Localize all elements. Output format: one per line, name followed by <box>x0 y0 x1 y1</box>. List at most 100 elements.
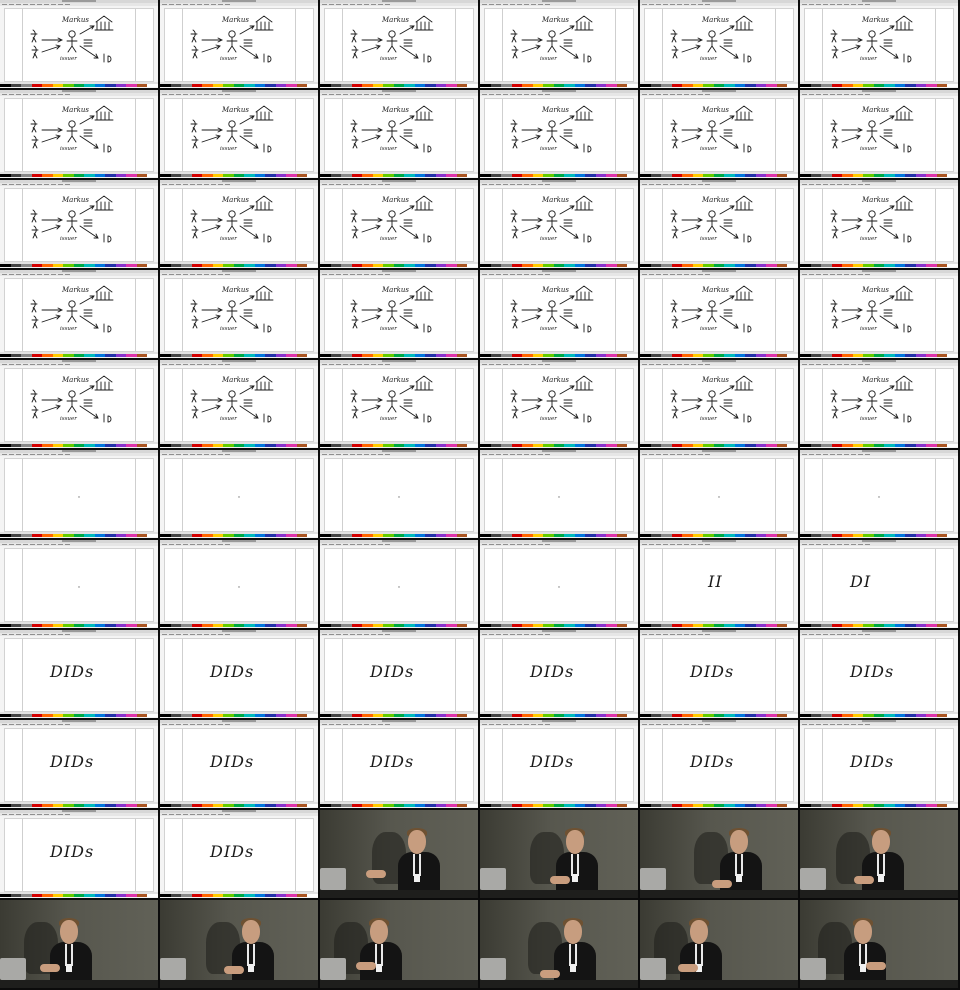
palette-swatch[interactable] <box>894 714 906 717</box>
palette-swatch[interactable] <box>170 624 182 627</box>
palette-swatch[interactable] <box>223 714 234 717</box>
palette-swatch[interactable] <box>724 174 735 177</box>
palette-swatch[interactable] <box>181 714 192 717</box>
palette-swatch[interactable] <box>42 354 53 357</box>
palette-swatch[interactable] <box>393 624 405 627</box>
palette-swatch[interactable] <box>713 84 725 87</box>
palette-swatch[interactable] <box>244 264 255 267</box>
palette-swatch[interactable] <box>42 174 53 177</box>
palette-swatch[interactable] <box>467 354 478 357</box>
palette-swatch[interactable] <box>136 354 148 357</box>
palette-swatch[interactable] <box>404 264 415 267</box>
palette-swatch[interactable] <box>831 624 843 627</box>
palette-swatch[interactable] <box>766 84 777 87</box>
palette-swatch[interactable] <box>511 444 523 447</box>
palette-swatch[interactable] <box>627 264 638 267</box>
palette-swatch[interactable] <box>543 624 554 627</box>
palette-swatch[interactable] <box>650 174 662 177</box>
palette-swatch[interactable] <box>362 804 373 807</box>
palette-swatch[interactable] <box>446 264 457 267</box>
palette-swatch[interactable] <box>362 534 373 537</box>
palette-swatch[interactable] <box>787 174 798 177</box>
palette-swatch[interactable] <box>233 264 245 267</box>
palette-swatch[interactable] <box>212 894 224 897</box>
palette-swatch[interactable] <box>800 174 811 177</box>
palette-swatch[interactable] <box>170 804 182 807</box>
palette-swatch[interactable] <box>404 84 415 87</box>
palette-swatch[interactable] <box>136 84 148 87</box>
palette-swatch[interactable] <box>84 264 95 267</box>
palette-swatch[interactable] <box>915 534 927 537</box>
palette-swatch[interactable] <box>905 444 916 447</box>
palette-swatch[interactable] <box>905 354 916 357</box>
palette-swatch[interactable] <box>223 444 234 447</box>
color-palette[interactable] <box>800 174 958 177</box>
palette-swatch[interactable] <box>0 174 11 177</box>
palette-swatch[interactable] <box>191 804 203 807</box>
palette-swatch[interactable] <box>480 264 491 267</box>
palette-swatch[interactable] <box>490 174 502 177</box>
palette-swatch[interactable] <box>63 264 74 267</box>
palette-swatch[interactable] <box>873 534 885 537</box>
palette-swatch[interactable] <box>84 714 95 717</box>
color-palette[interactable] <box>640 264 798 267</box>
palette-swatch[interactable] <box>915 264 927 267</box>
palette-swatch[interactable] <box>84 624 95 627</box>
palette-swatch[interactable] <box>640 354 651 357</box>
palette-swatch[interactable] <box>115 174 127 177</box>
palette-swatch[interactable] <box>105 804 116 807</box>
palette-swatch[interactable] <box>63 714 74 717</box>
palette-swatch[interactable] <box>787 804 798 807</box>
palette-swatch[interactable] <box>160 624 171 627</box>
color-palette[interactable] <box>320 354 478 357</box>
palette-swatch[interactable] <box>372 624 384 627</box>
color-palette[interactable] <box>480 624 638 627</box>
palette-swatch[interactable] <box>233 354 245 357</box>
palette-swatch[interactable] <box>31 624 43 627</box>
palette-swatch[interactable] <box>362 84 373 87</box>
palette-swatch[interactable] <box>233 84 245 87</box>
color-palette[interactable] <box>160 444 318 447</box>
palette-swatch[interactable] <box>170 444 182 447</box>
palette-swatch[interactable] <box>800 84 811 87</box>
palette-swatch[interactable] <box>31 264 43 267</box>
palette-swatch[interactable] <box>821 354 832 357</box>
palette-swatch[interactable] <box>330 174 342 177</box>
palette-swatch[interactable] <box>126 714 137 717</box>
palette-swatch[interactable] <box>307 354 318 357</box>
palette-swatch[interactable] <box>640 264 651 267</box>
palette-swatch[interactable] <box>435 714 447 717</box>
palette-swatch[interactable] <box>446 84 457 87</box>
palette-swatch[interactable] <box>21 624 32 627</box>
palette-swatch[interactable] <box>532 804 544 807</box>
palette-swatch[interactable] <box>393 84 405 87</box>
palette-swatch[interactable] <box>105 534 116 537</box>
palette-swatch[interactable] <box>501 534 512 537</box>
palette-swatch[interactable] <box>105 894 116 897</box>
palette-swatch[interactable] <box>926 84 937 87</box>
palette-swatch[interactable] <box>810 264 822 267</box>
palette-swatch[interactable] <box>307 174 318 177</box>
palette-swatch[interactable] <box>467 714 478 717</box>
palette-swatch[interactable] <box>320 624 331 627</box>
palette-swatch[interactable] <box>800 264 811 267</box>
palette-swatch[interactable] <box>480 174 491 177</box>
palette-swatch[interactable] <box>627 714 638 717</box>
palette-swatch[interactable] <box>84 174 95 177</box>
palette-swatch[interactable] <box>713 534 725 537</box>
palette-swatch[interactable] <box>884 84 895 87</box>
palette-swatch[interactable] <box>595 714 607 717</box>
palette-swatch[interactable] <box>307 624 318 627</box>
palette-swatch[interactable] <box>543 174 554 177</box>
palette-swatch[interactable] <box>776 444 788 447</box>
palette-swatch[interactable] <box>0 714 11 717</box>
palette-swatch[interactable] <box>105 444 116 447</box>
palette-swatch[interactable] <box>286 624 297 627</box>
palette-swatch[interactable] <box>745 264 756 267</box>
palette-swatch[interactable] <box>21 84 32 87</box>
palette-swatch[interactable] <box>640 444 651 447</box>
palette-swatch[interactable] <box>863 534 874 537</box>
color-palette[interactable] <box>320 264 478 267</box>
palette-swatch[interactable] <box>627 84 638 87</box>
palette-swatch[interactable] <box>84 444 95 447</box>
